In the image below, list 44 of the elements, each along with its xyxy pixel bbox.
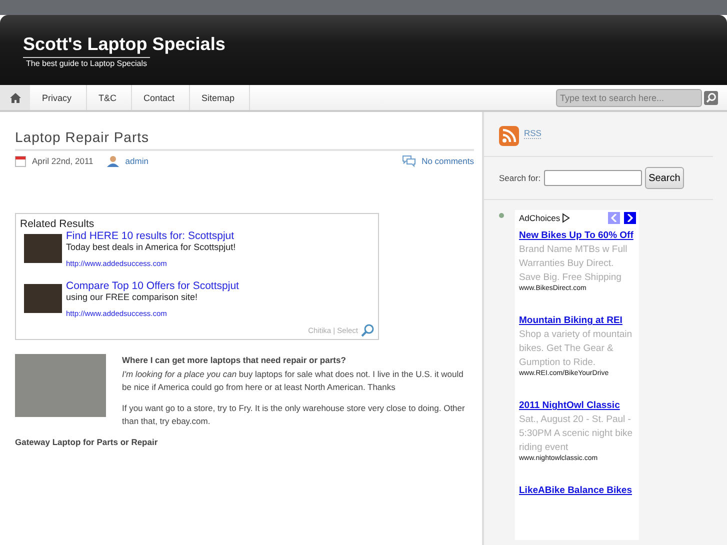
- site-title[interactable]: Scott's Laptop Specials: [23, 34, 226, 55]
- ad-link[interactable]: New Bikes Up To 60% Off: [519, 228, 636, 243]
- result-link[interactable]: Find HERE 10 results for: Scottspjut: [66, 230, 236, 242]
- magnifier-icon: [361, 324, 374, 337]
- search-button[interactable]: Search: [644, 167, 684, 189]
- nav-link[interactable]: Privacy: [30, 85, 87, 110]
- photo-placeholder: [24, 284, 62, 313]
- ad-description: Sat., August 20 - St. Paul - 5:30PM A scenic night bike riding event: [519, 413, 634, 454]
- post-paragraph: If you want go to a store, try to Fry. It is the only warehouse store very close to doing. Other than that, try ebay.com.: [121, 402, 466, 428]
- post-subheading: Gateway Laptop for Parts or Repair: [15, 436, 159, 449]
- home-icon[interactable]: [0, 85, 30, 110]
- calendar-icon: [15, 155, 26, 167]
- post-date: April 22nd, 2011: [32, 156, 94, 166]
- play-icon: [562, 213, 570, 223]
- ad-link[interactable]: Mountain Biking at REI: [519, 313, 636, 328]
- adchoices-label[interactable]: AdChoices: [519, 213, 560, 223]
- user-icon: [107, 155, 120, 167]
- nav-link[interactable]: T&C: [86, 85, 132, 110]
- search-icon[interactable]: [704, 90, 718, 104]
- question-heading: Where I can get more laptops that need repair or parts?: [121, 354, 347, 367]
- search-input[interactable]: [544, 170, 642, 186]
- comments-link[interactable]: No comments: [422, 156, 474, 166]
- ad-description: Brand Name MTBs w Full Warranties Buy Direct. Save Big. Free Shipping: [519, 243, 628, 284]
- bullet-icon: [499, 213, 504, 218]
- related-results-title: Related Results: [20, 218, 96, 230]
- ad-description: Shop a variety of mountain bikes. Get The Gear & Gumption to Ride.: [519, 328, 634, 370]
- search-field[interactable]: Type text to search here...: [556, 88, 702, 106]
- rss-icon[interactable]: [499, 126, 519, 146]
- post-paragraph: I'm looking for a place you can buy laptops for sale what does not. I live in the U.S. it would be nice if America could go from here or at least North American. Thanks: [121, 368, 464, 394]
- result-link[interactable]: Compare Top 10 Offers for Scottspjut: [66, 280, 239, 292]
- author-link[interactable]: admin: [125, 156, 148, 166]
- search-label: Search for:: [499, 173, 541, 183]
- result-description: using our FREE comparison site!: [66, 292, 199, 302]
- ad-link[interactable]: 2011 NightOwl Classic: [519, 398, 636, 413]
- site-tagline: The best guide to Laptop Specials: [23, 57, 150, 68]
- nav-link[interactable]: Contact: [132, 85, 190, 110]
- nav-link[interactable]: Sitemap: [190, 85, 250, 110]
- ad-link[interactable]: LikeABike Balance Bikes: [519, 483, 636, 498]
- post-title: Laptop Repair Parts: [15, 129, 474, 151]
- next-button[interactable]: [624, 212, 636, 224]
- previous-button[interactable]: [608, 212, 620, 224]
- result-description: Today best deals in America for Scottspjut!: [66, 242, 236, 252]
- photo-placeholder: [24, 234, 62, 263]
- comments-icon: [402, 155, 416, 167]
